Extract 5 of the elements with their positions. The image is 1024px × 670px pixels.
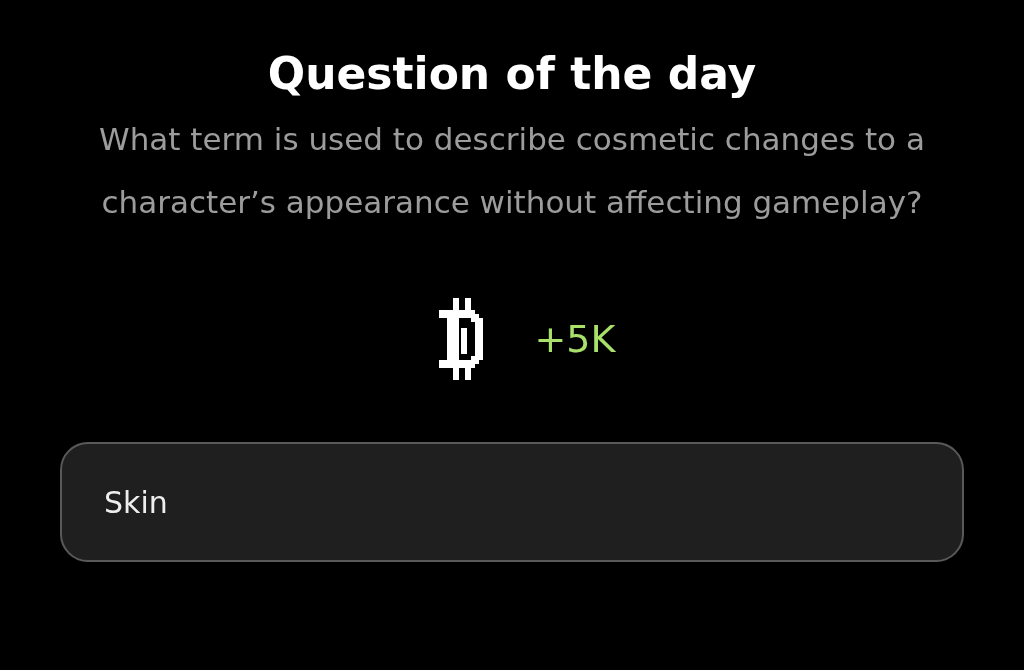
coin-icon xyxy=(438,298,483,380)
reward-amount: +5K xyxy=(534,317,616,361)
answer-field[interactable]: Skin xyxy=(60,442,964,562)
title: Question of the day xyxy=(267,47,757,101)
question-text: What term is used to describe cosmetic changes to a character’s appearance without affecting gameplay? xyxy=(98,120,926,222)
